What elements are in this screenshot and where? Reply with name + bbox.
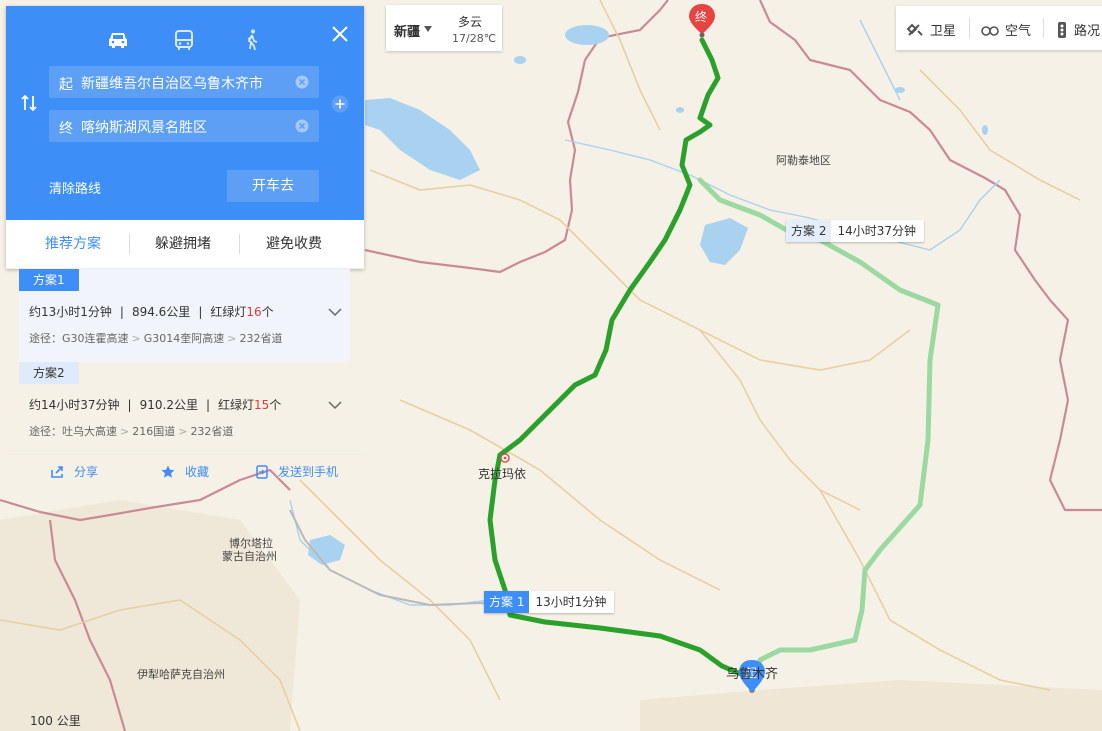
tab-avoid-congestion[interactable]: 躲避拥堵 xyxy=(124,220,242,268)
plan-2-distance: 910.2公里 xyxy=(139,398,198,412)
satellite-button[interactable]: 卫星 xyxy=(906,20,956,39)
share-button[interactable]: 分享 xyxy=(50,463,98,480)
plan-2-road: 吐乌大高速 xyxy=(62,425,117,438)
plan-1-roads: 途径：G30连霍高速 > G3014奎阿高速 >232省道 xyxy=(29,332,283,345)
walk-mode-icon[interactable] xyxy=(240,28,264,52)
place-bortala-2: 蒙古自治州 xyxy=(222,550,277,563)
tab-recommended[interactable]: 推荐方案 xyxy=(14,220,132,268)
traffic-button[interactable]: 路况 xyxy=(1056,20,1100,39)
panel-actions: 分享 收藏 发送到手机 xyxy=(6,454,364,491)
start-field[interactable]: 起 新疆维吾尔自治区乌鲁木齐市 xyxy=(49,66,319,98)
swap-icon[interactable] xyxy=(18,92,40,114)
end-field[interactable]: 终 喀纳斯湖风景名胜区 xyxy=(49,110,319,142)
clear-start-icon[interactable] xyxy=(295,75,309,89)
air-label: 空气 xyxy=(1005,24,1032,39)
plan-1-lights-count: 16 xyxy=(246,305,262,319)
plan-1-road: 232省道 xyxy=(239,332,283,345)
favorite-label: 收藏 xyxy=(185,465,210,479)
route-search-header: 起 新疆维吾尔自治区乌鲁木齐市 终 喀纳斯湖风景名胜区 清除路线 开车去 xyxy=(6,6,364,220)
route-1-label[interactable]: 方案 1 13小时1分钟 xyxy=(484,591,615,613)
map-toolbar: 卫星 空气 路况 xyxy=(896,6,1102,50)
send-to-phone-label: 发送到手机 xyxy=(278,465,339,479)
satellite-label: 卫星 xyxy=(930,24,957,39)
plan-2-route-prefix: 途径： xyxy=(29,425,62,438)
place-karamay: 克拉玛依 xyxy=(478,467,527,481)
favorite-button[interactable]: 收藏 xyxy=(161,463,209,480)
weather-condition: 多云 xyxy=(458,15,483,29)
route-2-time: 14小时37分钟 xyxy=(837,224,916,238)
plan-1-tag: 方案1 xyxy=(19,269,79,291)
bus-mode-icon[interactable] xyxy=(172,28,196,52)
tab-avoid-tolls[interactable]: 避免收费 xyxy=(235,220,353,268)
place-ili: 伊犁哈萨克自治州 xyxy=(137,668,225,681)
start-prefix: 起 xyxy=(59,77,73,93)
plan-2-roads: 途径：吐乌大高速 >216国道 >232省道 xyxy=(29,425,234,438)
scale-label: 100 公里 xyxy=(30,714,81,728)
route-panel: 起 新疆维吾尔自治区乌鲁木齐市 终 喀纳斯湖风景名胜区 清除路线 开车去 推荐方… xyxy=(6,6,364,479)
start-input[interactable]: 新疆维吾尔自治区乌鲁木齐市 xyxy=(81,73,263,93)
plan-1-lights-label: 红绿灯 xyxy=(210,305,247,319)
star-icon xyxy=(161,465,175,478)
place-urumqi: 乌鲁木齐 xyxy=(726,667,779,682)
plan-2-time: 约14小时37分钟 xyxy=(29,398,120,412)
end-prefix: 终 xyxy=(59,121,73,137)
place-altay: 阿勒泰地区 xyxy=(776,154,831,167)
traffic-label: 路况 xyxy=(1074,24,1101,39)
clear-end-icon[interactable] xyxy=(295,119,309,133)
plan-1-summary: 约13小时1分钟 | 894.6公里 | 红绿灯16个 xyxy=(29,305,274,319)
plan-2-road: 232省道 xyxy=(190,425,234,438)
region-selector[interactable]: 新疆 xyxy=(394,21,420,40)
plan-2-road: 216国道 xyxy=(132,425,176,438)
route-1-time: 13小时1分钟 xyxy=(535,595,607,609)
plan-1-road: G3014奎阿高速 xyxy=(143,332,225,345)
caret-down-icon[interactable] xyxy=(424,26,432,32)
plan-1-distance: 894.6公里 xyxy=(131,305,191,319)
plan-2-lights-label: 红绿灯 xyxy=(218,398,255,412)
plan-2-lights-count: 15 xyxy=(254,398,270,412)
send-to-phone-icon xyxy=(256,465,268,479)
car-mode-icon[interactable] xyxy=(106,28,130,52)
satellite-icon xyxy=(906,23,923,36)
plan-1-time: 约13小时1分钟 xyxy=(29,305,112,319)
plan-1-route-prefix: 途径： xyxy=(29,332,62,345)
traffic-light-icon xyxy=(1058,22,1066,38)
share-label: 分享 xyxy=(74,465,99,479)
end-marker-label: 终 xyxy=(695,10,708,24)
share-icon xyxy=(51,466,63,478)
route-2-label[interactable]: 方案 2 14小时37分钟 xyxy=(786,220,924,242)
plan-2[interactable]: 方案2 约14小时37分钟 | 910.2公里 | 红绿灯15个 途径：吐乌大高速 >21… xyxy=(19,362,350,446)
add-waypoint-icon[interactable] xyxy=(331,95,349,113)
plan-1[interactable]: 方案1 约13小时1分钟 | 894.6公里 | 红绿灯16个 途径：G30连霍高速 > G… xyxy=(19,269,350,362)
weather-temperature: 17/28℃ xyxy=(452,32,497,45)
end-input[interactable]: 喀纳斯湖风景名胜区 xyxy=(81,117,207,137)
plan-1-lights-unit: 个 xyxy=(261,305,274,319)
chevron-down-icon[interactable] xyxy=(328,307,342,317)
route-1-tag: 方案 1 xyxy=(484,591,530,613)
air-button[interactable]: 空气 xyxy=(981,20,1031,39)
air-quality-icon xyxy=(981,26,999,36)
plan-1-road: G30连霍高速 xyxy=(62,332,129,345)
plan-2-summary: 约14小时37分钟 | 910.2公里 | 红绿灯15个 xyxy=(29,398,282,412)
drive-button[interactable]: 开车去 xyxy=(227,170,319,202)
plan-2-tag: 方案2 xyxy=(19,362,79,384)
close-icon[interactable] xyxy=(326,20,354,48)
plan-2-lights-unit: 个 xyxy=(269,398,282,412)
send-to-phone-button[interactable]: 发送到手机 xyxy=(256,463,338,480)
weather-widget: 新疆 多云 17/28℃ xyxy=(386,5,502,51)
clear-route-link[interactable]: 清除路线 xyxy=(49,178,101,197)
route-preference-tabs: 推荐方案 躲避拥堵 避免收费 xyxy=(6,220,364,269)
route-2-tag: 方案 2 xyxy=(786,220,832,242)
chevron-down-icon[interactable] xyxy=(328,400,342,410)
